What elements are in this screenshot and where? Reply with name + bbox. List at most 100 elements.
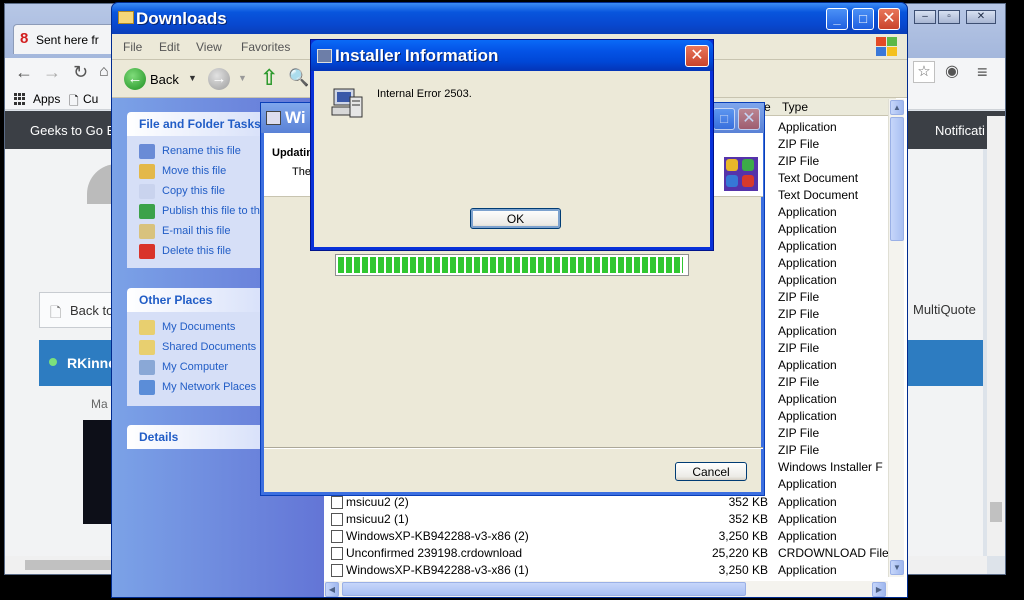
chrome-vertical-scrollbar[interactable] [987,116,1005,556]
file-type-cell[interactable]: ZIP File [778,443,819,457]
ok-button[interactable]: OK [470,208,561,229]
file-type-cell[interactable]: Windows Installer F [778,460,883,474]
chrome-maximize-button[interactable]: ▫ [938,10,960,24]
scrollbar-thumb[interactable] [25,560,115,570]
user-name[interactable]: RKinne [67,355,116,371]
chevron-down-icon[interactable]: ▼ [188,73,197,83]
file-list-horizontal-scrollbar[interactable]: ◀ ▶ [324,581,888,597]
file-type-cell[interactable]: ZIP File [778,341,819,355]
table-row[interactable]: msicuu2 (2) 352 KB Application [324,494,896,511]
chrome-tab[interactable]: 8 Sent here fr [13,24,117,54]
file-type-cell[interactable]: Application [778,409,837,423]
scrollbar-thumb[interactable] [990,502,1002,522]
bookmark-item[interactable]: Cu [83,92,98,106]
progress-fill [338,257,683,273]
cancel-button[interactable]: Cancel [675,462,747,481]
installer-icon [317,49,332,63]
file-name: WindowsXP-KB942288-v3-x86 (2) [346,529,529,543]
scroll-up-button[interactable]: ▲ [890,100,904,115]
home-icon[interactable]: ⌂ [99,62,109,82]
file-type-cell[interactable]: Application [778,120,837,134]
task-label: Delete this file [162,245,232,257]
bookmark-star-icon[interactable]: ☆ [913,61,935,83]
chrome-minimize-button[interactable]: ‒ [914,10,936,24]
search-icon[interactable]: 🔍 [288,68,309,90]
forward-arrow-icon[interactable]: → [208,68,230,90]
explorer-title-bar[interactable]: Downloads _ □ ✕ [112,3,907,34]
file-list-vertical-scrollbar[interactable]: ▲ ▼ [888,99,904,577]
error-message: Internal Error 2503. [377,88,472,100]
site-favicon-icon: 8 [20,30,29,47]
place-label: My Computer [162,361,229,373]
column-header-size[interactable]: e [764,100,771,114]
close-button[interactable]: ✕ [738,108,760,130]
task-label: Publish this file to th [162,205,260,217]
file-type-cell[interactable]: ZIP File [778,375,819,389]
table-row[interactable]: WindowsXP-KB942288-v3-x86 (2) 3,250 KB App… [324,528,896,545]
file-type-cell[interactable]: Application [778,273,837,287]
file-type-cell[interactable]: Application [778,358,837,372]
table-row[interactable]: Unconfirmed 239198.crdownload 25,220 KB CR… [324,545,896,562]
scrollbar-thumb[interactable] [890,117,904,241]
menu-file[interactable]: File [123,40,142,54]
scroll-left-button[interactable]: ◀ [325,582,339,597]
chevron-down-icon[interactable]: ▼ [238,73,247,83]
file-size: 25,220 KB [711,546,768,560]
forward-arrow-icon[interactable]: → [43,62,61,82]
file-type-cell[interactable]: Application [778,392,837,406]
network-places-icon [139,380,155,395]
scrollbar-thumb[interactable] [342,582,746,596]
chrome-close-button[interactable]: ✕ [966,10,996,24]
close-button[interactable]: ✕ [685,45,709,67]
shared-documents-icon [139,340,155,355]
table-row[interactable]: WindowsXP-KB942288-v3-x86 (1) 3,250 KB App… [324,562,896,579]
back-button-label[interactable]: Back [150,72,179,87]
menu-edit[interactable]: Edit [159,40,180,54]
minimize-button[interactable]: _ [826,8,848,30]
table-row[interactable]: msicuu2 (1) 352 KB Application [324,511,896,528]
file-type-cell[interactable]: ZIP File [778,307,819,321]
back-arrow-icon[interactable]: ← [124,68,146,90]
task-label: Rename this file [162,145,241,157]
reload-icon[interactable]: ↻ [73,62,88,82]
file-type-cell[interactable]: ZIP File [778,154,819,168]
file-name: WindowsXP-KB942288-v3-x86 (1) [346,563,529,577]
file-type-cell[interactable]: Application [778,477,837,491]
back-arrow-icon[interactable]: ← [15,62,33,82]
file-type-cell[interactable]: Text Document [778,171,858,185]
file-type: Application [778,563,837,577]
apps-grid-icon[interactable] [14,93,26,105]
notifications-link[interactable]: Notificati [935,123,985,138]
scroll-right-button[interactable]: ▶ [872,582,886,597]
close-button[interactable]: ✕ [878,8,900,30]
column-header-type[interactable]: Type [782,100,808,114]
scroll-down-button[interactable]: ▼ [890,560,904,575]
maximize-button[interactable]: □ [852,8,874,30]
maximize-button[interactable]: □ [713,108,735,130]
installer-information-dialog: Installer Information ✕ Internal Error 2… [310,39,714,251]
file-type-cell[interactable]: Application [778,324,837,338]
file-type-cell[interactable]: Application [778,239,837,253]
multiquote-button[interactable]: MultiQuote [905,292,985,328]
file-type-cell[interactable]: Application [778,205,837,219]
publish-icon [139,204,155,219]
page-icon: 🗋 [69,94,79,108]
chrome-menu-icon[interactable]: ≡ [977,62,988,82]
menu-view[interactable]: View [196,40,222,54]
installer-icon [266,111,281,125]
file-type-cell[interactable]: ZIP File [778,137,819,151]
member-label: Ma [91,397,108,411]
file-type-cell[interactable]: ZIP File [778,290,819,304]
error-dialog-title-bar[interactable]: Installer Information ✕ [311,40,713,71]
folder-up-icon[interactable]: ⇧ [260,67,282,91]
site-title[interactable]: Geeks to Go E [30,123,115,138]
extension-icon[interactable]: ◉ [945,62,959,82]
file-type-cell[interactable]: Text Document [778,188,858,202]
place-label: Shared Documents [162,341,257,353]
my-computer-icon [139,360,155,375]
file-type-cell[interactable]: ZIP File [778,426,819,440]
menu-favorites[interactable]: Favorites [241,40,290,54]
file-type-cell[interactable]: Application [778,222,837,236]
bookmark-apps[interactable]: Apps [33,92,60,106]
file-type-cell[interactable]: Application [778,256,837,270]
